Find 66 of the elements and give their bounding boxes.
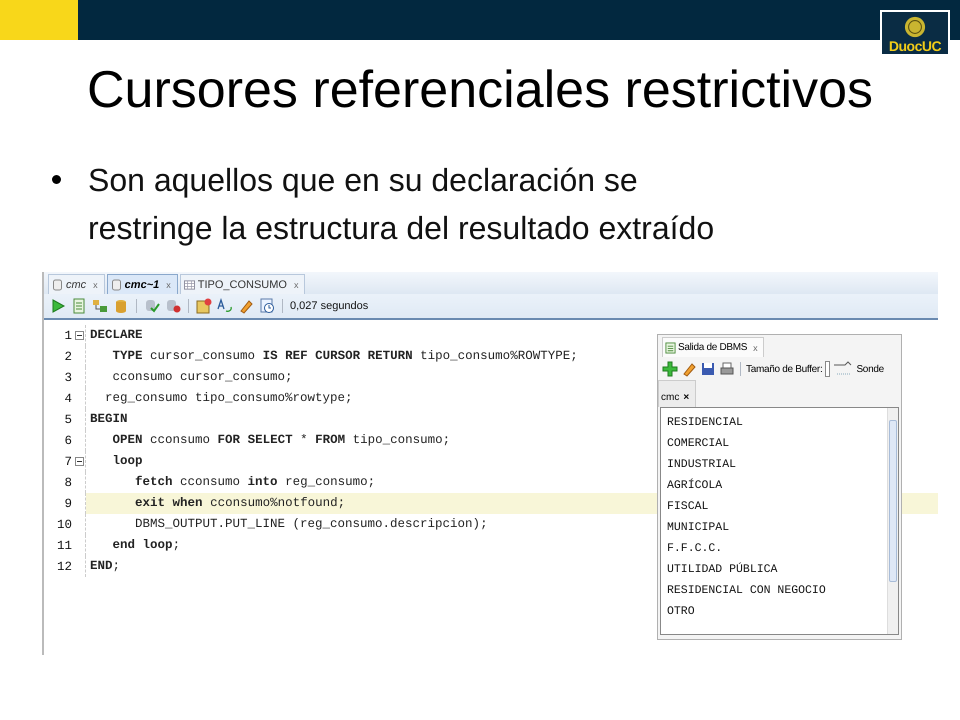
output-line: OTRO [667,604,696,620]
eraser-icon[interactable] [238,298,254,314]
logo-text: DuocUC [888,38,942,54]
collapse-icon[interactable] [74,331,84,340]
slide-title: Cursores referenciales restrictivos [86,60,874,120]
editor-tab[interactable]: cmc x [48,274,105,294]
line-number: 8 [63,476,72,490]
code-line: end loop; [112,538,180,552]
line-number: 12 [56,560,72,574]
eraser-icon[interactable] [681,361,697,377]
line-number: 9 [63,496,72,510]
line-number: 2 [63,350,72,364]
scrollbar[interactable] [887,408,898,634]
code-line: DBMS_OUTPUT.PUT_LINE (reg_consumo.descripcion); [134,517,488,531]
polling-label: Sonde [856,364,884,374]
buffer-size-field[interactable] [825,361,830,377]
output-line: COMERCIAL [667,436,730,452]
buffer-size-label: Tamaño de Buffer: [746,364,822,374]
run-icon[interactable] [50,298,66,314]
slider-icon[interactable] [833,361,854,377]
commit-icon[interactable] [144,298,160,314]
line-number: 6 [63,434,72,448]
document-icon [665,342,676,354]
elapsed-time: 0,027 segundos [290,300,368,312]
line-number: 7 [63,454,72,468]
output-line: AGRÍCOLA [667,478,724,494]
clock-icon[interactable] [259,298,275,314]
panel-tab[interactable]: Salida de DBMS x [662,337,764,357]
bullet-dot [52,175,61,184]
code-line: cconsumo cursor_consumo; [112,370,293,384]
line-number: 1 [63,328,72,342]
line-number: 5 [63,412,72,426]
output-line: FISCAL [667,499,710,515]
rollback-icon[interactable] [165,298,181,314]
print-icon[interactable] [719,361,735,377]
line-number: 10 [56,518,72,532]
line-number: 11 [56,538,72,552]
code-line: DECLARE [90,328,143,342]
explain-plan-icon[interactable] [92,298,108,314]
script-icon[interactable] [71,298,87,314]
code-line: OPEN cconsumo FOR SELECT* FROM tipo_consumo; [112,433,450,447]
save-icon[interactable] [700,361,716,377]
code-line: TYPE cursor_consumo IS REF CURSOR RETURN tipo_consumo%ROWTYPE; [112,349,578,363]
output-line: UTILIDAD PÚBLICA [667,562,778,578]
code-line: reg_consumo tipo_consumo%rowtype; [104,391,353,405]
line-number: 4 [63,392,72,406]
code-line: BEGIN [90,412,128,426]
output-line: INDUSTRIAL [667,457,738,473]
editor-tab[interactable]: cmc~1 x [106,274,178,294]
code-line: END; [90,559,120,573]
table-icon [184,278,195,290]
format-icon[interactable] [217,298,233,314]
bullet-text: Son aquellos que en su declaración se restringe la estructura del resultado extraído [88,161,716,248]
code-line: exit when cconsumo%notfound; [134,496,346,510]
plus-icon[interactable] [662,361,678,377]
output-line: MUNICIPAL [667,520,730,536]
editor-tab[interactable]: TIPO_CONSUMO x [180,274,306,294]
seal-icon [904,16,926,38]
code-line: loop [112,454,143,468]
output-line: F.F.C.C. [667,541,724,557]
output-line: RESIDENCIAL [667,415,744,431]
line-number: 3 [63,370,72,384]
collapse-icon[interactable] [74,457,84,466]
code-line: fetch cconsumo into reg_consumo; [134,475,376,489]
connection-tab[interactable]: cmc × [658,380,696,407]
output-line: RESIDENCIAL CON NEGOCIO [667,583,827,599]
